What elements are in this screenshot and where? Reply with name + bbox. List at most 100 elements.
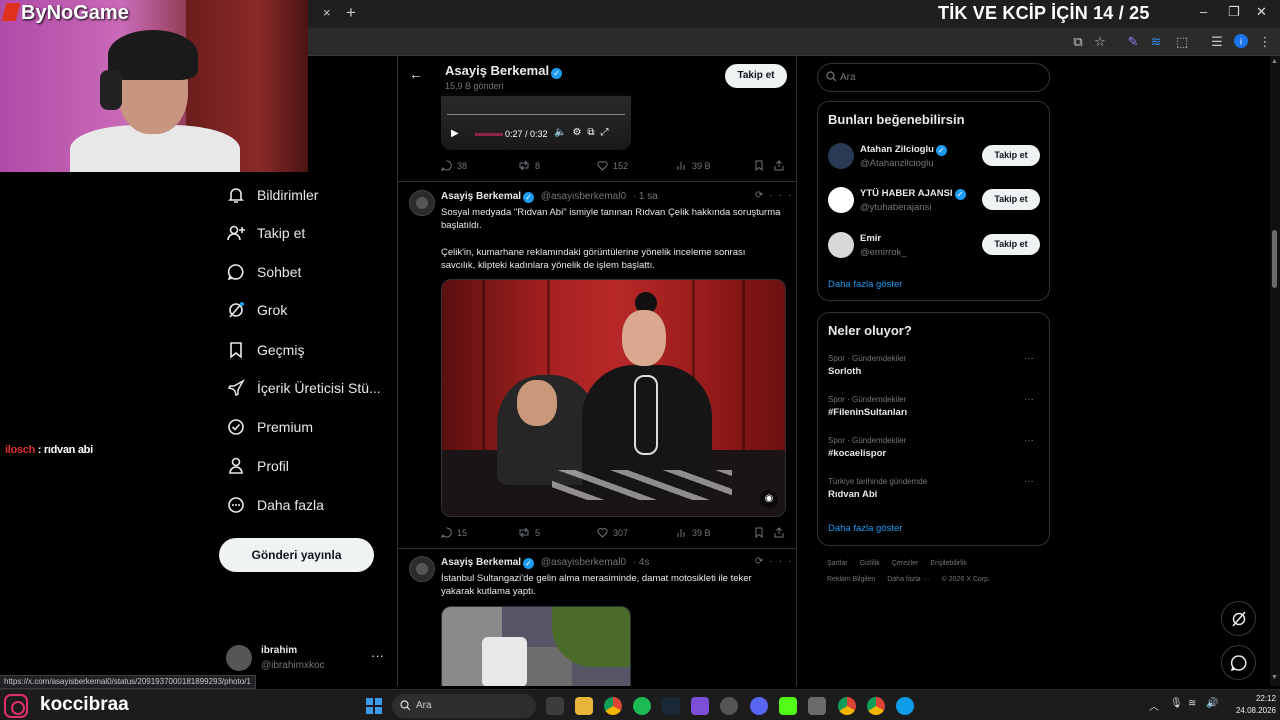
minimize-icon[interactable]: – bbox=[1200, 4, 1207, 19]
show-more-link[interactable]: Daha fazla göster bbox=[828, 279, 902, 290]
edge-icon[interactable] bbox=[896, 697, 914, 715]
views-button[interactable]: 39 B bbox=[676, 160, 711, 171]
sidebar-item-more[interactable]: Daha fazla bbox=[226, 490, 324, 520]
tweet-time[interactable]: · 1 sa bbox=[633, 191, 658, 202]
steam-icon[interactable] bbox=[662, 697, 680, 715]
sticker-icon[interactable]: ◉ bbox=[760, 490, 778, 508]
follow-button[interactable]: Takip et bbox=[982, 189, 1040, 210]
sidebar-item-chat[interactable]: Sohbet bbox=[226, 257, 301, 287]
microphone-icon[interactable]: 🎙 bbox=[1170, 698, 1183, 709]
suggested-user[interactable]: Atahan Zilcioglu ✓ @Atahanzilcioglu Takip… bbox=[828, 142, 1043, 174]
avatar[interactable] bbox=[409, 556, 435, 582]
tweet-author-handle[interactable]: @asayisberkemal0 bbox=[541, 557, 626, 568]
task-view-icon[interactable] bbox=[546, 697, 564, 715]
sidebar-item-notifications[interactable]: Bildirimler bbox=[226, 180, 318, 210]
more-icon[interactable]: ··· bbox=[371, 648, 384, 663]
follow-button[interactable]: Takip et bbox=[982, 234, 1040, 255]
clock[interactable]: 22:12 24.08.2026 bbox=[1228, 693, 1276, 717]
spotify-icon[interactable] bbox=[633, 697, 651, 715]
views-button[interactable]: 39 B bbox=[676, 527, 711, 538]
repost-button[interactable]: 5 bbox=[518, 527, 540, 538]
sidebar-item-creator-studio[interactable]: İçerik Üreticisi Stü... bbox=[226, 373, 381, 403]
footer-link[interactable]: Gizlilik bbox=[860, 560, 880, 567]
menu-icon[interactable]: ⋮ bbox=[1257, 34, 1273, 50]
tray-chevron-icon[interactable]: ︿ bbox=[1149, 698, 1159, 713]
kick-icon[interactable] bbox=[779, 697, 797, 715]
more-icon[interactable]: ··· bbox=[1024, 476, 1034, 487]
scroll-up-icon[interactable]: ▲ bbox=[1271, 58, 1278, 65]
share-button[interactable] bbox=[774, 160, 789, 171]
footer-link[interactable]: Şartlar bbox=[827, 560, 848, 567]
profile-avatar-icon[interactable]: i bbox=[1233, 34, 1249, 50]
more-icon[interactable]: ··· bbox=[1024, 394, 1034, 405]
post-button[interactable]: Gönderi yayınla bbox=[219, 538, 374, 572]
tweet-author-name[interactable]: Asayiş Berkemal bbox=[441, 191, 521, 202]
close-window-icon[interactable]: ✕ bbox=[1256, 4, 1267, 20]
sidebar-item-profile[interactable]: Profil bbox=[226, 451, 289, 481]
video-progress-bar[interactable] bbox=[475, 133, 503, 136]
tweet-author-handle[interactable]: @asayisberkemal0 bbox=[541, 191, 626, 202]
tweet-more-icon[interactable]: ⟳··· bbox=[755, 556, 796, 567]
suggested-user[interactable]: YTÜ HABER AJANSI ✓ @ytuhaberajansi Takip … bbox=[828, 186, 1043, 218]
back-arrow-icon[interactable]: ← bbox=[409, 66, 423, 82]
chrome-icon[interactable] bbox=[838, 697, 856, 715]
like-button[interactable]: 152 bbox=[597, 160, 628, 171]
sidebar-item-premium[interactable]: Premium bbox=[226, 412, 313, 442]
extensions-icon[interactable]: ⬚ bbox=[1174, 34, 1190, 50]
footer-link[interactable]: Erişilebilirlik bbox=[930, 560, 967, 567]
sidebar-item-bookmarks[interactable]: Geçmiş bbox=[226, 335, 304, 365]
new-tab-icon[interactable]: + bbox=[346, 3, 356, 23]
maximize-icon[interactable]: ❐ bbox=[1228, 4, 1240, 20]
sidebar-item-follow[interactable]: Takip et bbox=[226, 218, 305, 248]
discord-icon[interactable] bbox=[750, 697, 768, 715]
extension-pen-icon[interactable]: ✎ bbox=[1125, 34, 1141, 50]
extension-wave-icon[interactable]: ≋ bbox=[1148, 34, 1164, 50]
tweet-image[interactable] bbox=[441, 606, 631, 686]
bookmark-star-icon[interactable]: ☆ bbox=[1092, 34, 1108, 50]
page-scrollbar[interactable]: ▲ ▼ bbox=[1270, 56, 1280, 686]
follow-button[interactable]: Takip et bbox=[725, 64, 787, 88]
scroll-thumb[interactable] bbox=[1272, 230, 1277, 288]
more-icon[interactable]: ··· bbox=[1024, 435, 1034, 446]
video-controls[interactable]: 🔈⚙⧉⤢ bbox=[554, 127, 615, 138]
trend-item[interactable]: Spor · Gündemdekiler #kocaelispor ··· bbox=[828, 435, 1043, 468]
app-icon[interactable] bbox=[720, 697, 738, 715]
app-icon[interactable] bbox=[691, 697, 709, 715]
bookmark-button[interactable] bbox=[754, 527, 769, 538]
messages-fab-button[interactable] bbox=[1221, 645, 1256, 680]
grok-fab-button[interactable] bbox=[1221, 601, 1256, 636]
taskbar-search[interactable]: Ara bbox=[392, 694, 536, 718]
scroll-down-icon[interactable]: ▼ bbox=[1271, 674, 1278, 681]
suggested-user[interactable]: Emir @emirrok_ Takip et bbox=[828, 231, 1043, 263]
play-icon[interactable]: ▶ bbox=[451, 128, 459, 139]
volume-icon[interactable]: 🔊 bbox=[1206, 698, 1218, 709]
trend-item[interactable]: Türkiye tarihinde gündemde Rıdvan Abi ··… bbox=[828, 476, 1043, 509]
avatar[interactable] bbox=[409, 190, 435, 216]
chrome-icon[interactable] bbox=[867, 697, 885, 715]
more-icon[interactable]: ··· bbox=[1024, 353, 1034, 364]
trend-item[interactable]: Spor · Gündemdekiler #FileninSultanları … bbox=[828, 394, 1043, 427]
tweet-video[interactable]: ◉ bbox=[441, 279, 786, 517]
share-button[interactable] bbox=[774, 527, 789, 538]
tab-close-icon[interactable]: × bbox=[323, 5, 337, 21]
tweet-author-name[interactable]: Asayiş Berkemal bbox=[441, 557, 521, 568]
like-button[interactable]: 307 bbox=[597, 527, 628, 538]
file-explorer-icon[interactable] bbox=[575, 697, 593, 715]
follow-button[interactable]: Takip et bbox=[982, 145, 1040, 166]
sidebar-item-grok[interactable]: Grok bbox=[226, 295, 287, 325]
footer-link[interactable]: Çerezler bbox=[892, 560, 918, 567]
video-player[interactable]: ▶ 0:27 / 0:32 🔈⚙⧉⤢ bbox=[441, 92, 631, 150]
reply-button[interactable]: 15 bbox=[441, 527, 467, 538]
footer-link[interactable]: Daha fazla ··· bbox=[887, 576, 929, 583]
tweet-more-icon[interactable]: ⟳··· bbox=[755, 190, 796, 201]
search-input[interactable]: Ara bbox=[817, 63, 1050, 92]
tweet-time[interactable]: · 4s bbox=[633, 557, 650, 568]
start-menu-icon[interactable] bbox=[366, 698, 382, 714]
repost-button[interactable]: 8 bbox=[518, 160, 540, 171]
app-icon[interactable] bbox=[808, 697, 826, 715]
wifi-icon[interactable]: ≋ bbox=[1188, 698, 1196, 709]
bookmark-button[interactable] bbox=[754, 160, 769, 171]
show-more-link[interactable]: Daha fazla göster bbox=[828, 523, 902, 534]
reply-button[interactable]: 38 bbox=[441, 160, 467, 171]
trend-item[interactable]: Spor · Gündemdekiler Sorloth ··· bbox=[828, 353, 1043, 386]
